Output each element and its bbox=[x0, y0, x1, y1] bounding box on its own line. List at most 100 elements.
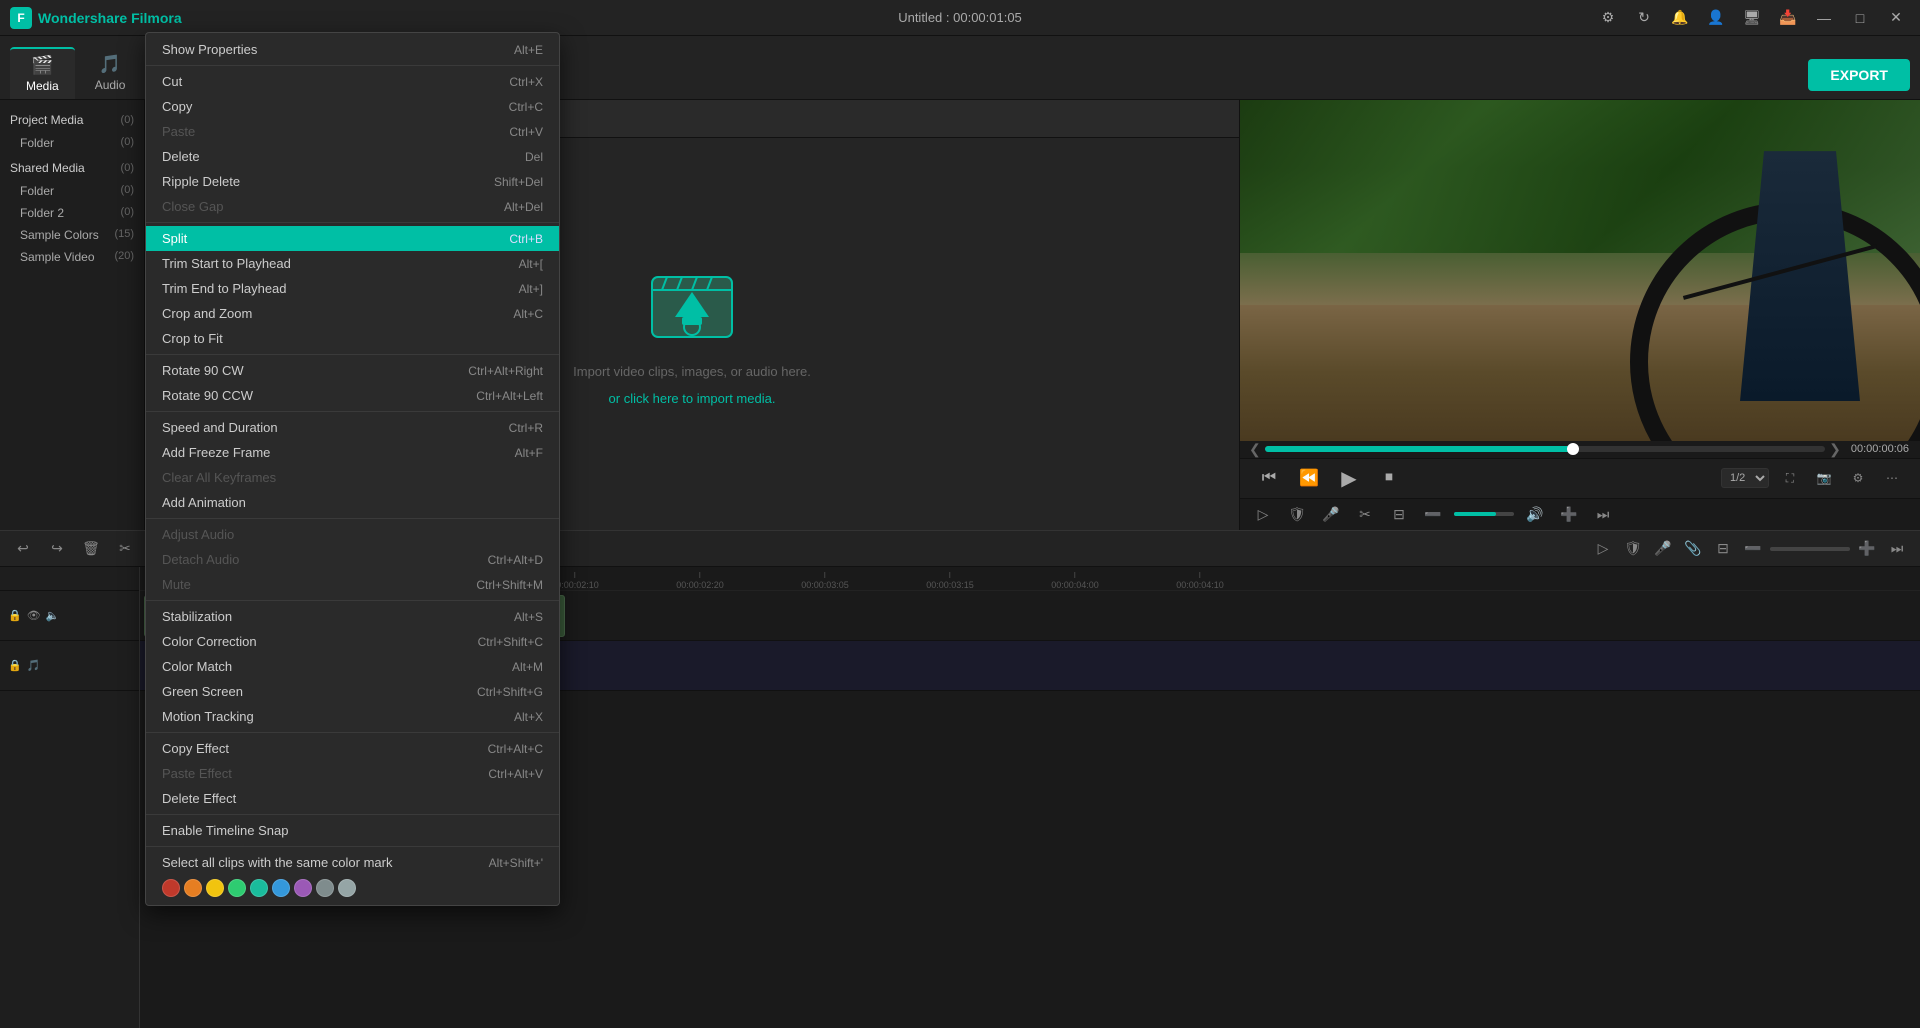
split-clip-button[interactable]: ✂ bbox=[112, 536, 138, 562]
cm-crop-fit[interactable]: Crop to Fit bbox=[146, 326, 559, 351]
settings-icon[interactable]: ⚙ bbox=[1594, 4, 1622, 32]
cm-rotate-cw[interactable]: Rotate 90 CW Ctrl+Alt+Right bbox=[146, 358, 559, 383]
undo-button[interactable]: ↩ bbox=[10, 536, 36, 562]
cm-trim-start[interactable]: Trim Start to Playhead Alt+[ bbox=[146, 251, 559, 276]
cm-color-blue[interactable] bbox=[272, 879, 290, 897]
track1-eye-icon[interactable]: 👁 bbox=[27, 609, 41, 622]
cm-motion-tracking[interactable]: Motion Tracking Alt+X bbox=[146, 704, 559, 729]
preview-video bbox=[1240, 100, 1920, 441]
cm-select-color-mark[interactable]: Select all clips with the same color mar… bbox=[146, 850, 559, 875]
cm-color-lightblue[interactable] bbox=[316, 879, 334, 897]
cm-show-properties[interactable]: Show Properties Alt+E bbox=[146, 37, 559, 62]
minimize-button[interactable]: — bbox=[1810, 4, 1838, 32]
zoom-in-button[interactable]: ➕ bbox=[1854, 536, 1880, 562]
volume-slider[interactable] bbox=[1454, 512, 1514, 516]
screenshot-icon[interactable]: 📷 bbox=[1811, 465, 1837, 491]
cm-stabilization[interactable]: Stabilization Alt+S bbox=[146, 604, 559, 629]
cm-color-yellow[interactable] bbox=[206, 879, 224, 897]
zoom-slider[interactable] bbox=[1770, 547, 1850, 551]
sidebar-item-folder2[interactable]: Folder 2 (0) bbox=[0, 202, 144, 224]
redo-button[interactable]: ↪ bbox=[44, 536, 70, 562]
zoom-out-button[interactable]: ➖ bbox=[1740, 536, 1766, 562]
sidebar-item-shared-folder[interactable]: Folder (0) bbox=[0, 180, 144, 202]
audio-lock-icon[interactable]: 🔒 bbox=[8, 659, 22, 672]
cm-ripple-delete[interactable]: Ripple Delete Shift+Del bbox=[146, 169, 559, 194]
stop-button[interactable]: ⏹ bbox=[1375, 464, 1403, 492]
download-icon[interactable]: 📥 bbox=[1774, 4, 1802, 32]
cm-copy-effect[interactable]: Copy Effect Ctrl+Alt+C bbox=[146, 736, 559, 761]
cm-color-correction[interactable]: Color Correction Ctrl+Shift+C bbox=[146, 629, 559, 654]
cm-sep-4 bbox=[146, 411, 559, 412]
cm-color-green[interactable] bbox=[228, 879, 246, 897]
cm-copy[interactable]: Copy Ctrl+C bbox=[146, 94, 559, 119]
sidebar-item-sample-video[interactable]: Sample Video (20) bbox=[0, 246, 144, 268]
cm-delete[interactable]: Delete Del bbox=[146, 144, 559, 169]
mic2-icon[interactable]: 🎤 bbox=[1650, 536, 1676, 562]
cm-clear-keyframes-label: Clear All Keyframes bbox=[162, 470, 276, 485]
volume-icon[interactable]: 🔊 bbox=[1522, 501, 1548, 527]
cm-split[interactable]: Split Ctrl+B bbox=[146, 226, 559, 251]
plus-icon[interactable]: ➕ bbox=[1556, 501, 1582, 527]
close-button[interactable]: ✕ bbox=[1882, 4, 1910, 32]
user-icon[interactable]: 👤 bbox=[1702, 4, 1730, 32]
cm-color-teal[interactable] bbox=[250, 879, 268, 897]
media-tab-label: Media bbox=[26, 79, 59, 93]
cm-color-orange[interactable] bbox=[184, 879, 202, 897]
frame-icon[interactable]: ⊟ bbox=[1386, 501, 1412, 527]
go-start-button[interactable]: ⏮ bbox=[1255, 464, 1283, 492]
preview-scrubber[interactable]: ❮ ❯ 00:00:00:06 bbox=[1240, 441, 1920, 458]
more-icon[interactable]: ⋯ bbox=[1879, 465, 1905, 491]
cm-crop-zoom-shortcut: Alt+C bbox=[513, 307, 543, 321]
monitor-icon[interactable]: 🖥 bbox=[1738, 4, 1766, 32]
minus-icon[interactable]: ➖ bbox=[1420, 501, 1446, 527]
timeline-bar[interactable] bbox=[1265, 446, 1825, 452]
sidebar-item-sample-colors[interactable]: Sample Colors (15) bbox=[0, 224, 144, 246]
cm-freeze-frame[interactable]: Add Freeze Frame Alt+F bbox=[146, 440, 559, 465]
cut2-icon[interactable]: ✂ bbox=[1352, 501, 1378, 527]
cm-color-purple[interactable] bbox=[294, 879, 312, 897]
cm-color-red[interactable] bbox=[162, 879, 180, 897]
timeline-thumb[interactable] bbox=[1567, 443, 1579, 455]
cm-green-screen[interactable]: Green Screen Ctrl+Shift+G bbox=[146, 679, 559, 704]
clip-icon[interactable]: 📎 bbox=[1680, 536, 1706, 562]
maximize-button[interactable]: □ bbox=[1846, 4, 1874, 32]
ratio-select[interactable]: 1/2 Full bbox=[1721, 468, 1769, 488]
render-timeline-icon[interactable]: ▷ bbox=[1590, 536, 1616, 562]
play-button[interactable]: ▶ bbox=[1335, 464, 1363, 492]
cm-detach-audio-label: Detach Audio bbox=[162, 552, 239, 567]
track1-lock-icon[interactable]: 🔒 bbox=[8, 609, 22, 622]
shared-media-header[interactable]: Shared Media (0) bbox=[0, 156, 144, 180]
cm-color-match[interactable]: Color Match Alt+M bbox=[146, 654, 559, 679]
track1-speaker-icon[interactable]: 🔈 bbox=[46, 609, 60, 622]
cm-speed-duration[interactable]: Speed and Duration Ctrl+R bbox=[146, 415, 559, 440]
fit-to-window-button[interactable]: ⏭ bbox=[1884, 536, 1910, 562]
delete-clip-button[interactable]: 🗑 bbox=[78, 536, 104, 562]
tab-audio[interactable]: 🎵 Audio bbox=[79, 47, 142, 99]
cm-crop-zoom[interactable]: Crop and Zoom Alt+C bbox=[146, 301, 559, 326]
cm-sep-8 bbox=[146, 814, 559, 815]
compress-icon[interactable]: ⊟ bbox=[1710, 536, 1736, 562]
cm-rotate-ccw[interactable]: Rotate 90 CCW Ctrl+Alt+Left bbox=[146, 383, 559, 408]
cm-trim-end[interactable]: Trim End to Playhead Alt+] bbox=[146, 276, 559, 301]
project-media-header[interactable]: Project Media (0) bbox=[0, 108, 144, 132]
end-icon[interactable]: ⏭ bbox=[1590, 501, 1616, 527]
cm-color-gray[interactable] bbox=[338, 879, 356, 897]
sidebar-item-folder[interactable]: Folder (0) bbox=[0, 132, 144, 154]
step-back-button[interactable]: ⏪ bbox=[1295, 464, 1323, 492]
notifications-icon[interactable]: 🔔 bbox=[1666, 4, 1694, 32]
cm-cut[interactable]: Cut Ctrl+X bbox=[146, 69, 559, 94]
audio-eye-icon[interactable]: 🎵 bbox=[27, 659, 41, 672]
mic-icon[interactable]: 🎤 bbox=[1318, 501, 1344, 527]
fullscreen-icon[interactable]: ⛶ bbox=[1777, 465, 1803, 491]
refresh-icon[interactable]: ↻ bbox=[1630, 4, 1658, 32]
export-button[interactable]: EXPORT bbox=[1808, 59, 1910, 91]
shield2-icon[interactable]: 🛡 bbox=[1620, 536, 1646, 562]
settings2-icon[interactable]: ⚙ bbox=[1845, 465, 1871, 491]
cm-delete-effect[interactable]: Delete Effect bbox=[146, 786, 559, 811]
tab-media[interactable]: 🎬 Media bbox=[10, 47, 75, 99]
shield-icon[interactable]: 🛡 bbox=[1284, 501, 1310, 527]
project-media-count: (0) bbox=[121, 114, 134, 126]
cm-enable-snap[interactable]: Enable Timeline Snap bbox=[146, 818, 559, 843]
cm-add-animation[interactable]: Add Animation bbox=[146, 490, 559, 515]
render-icon[interactable]: ▷ bbox=[1250, 501, 1276, 527]
